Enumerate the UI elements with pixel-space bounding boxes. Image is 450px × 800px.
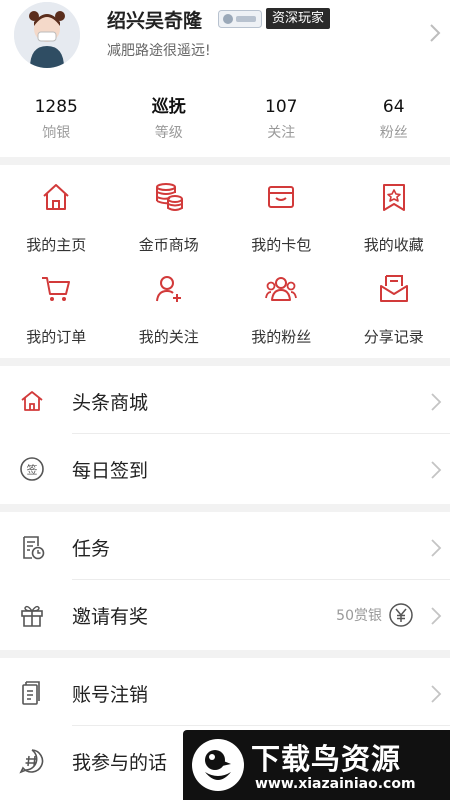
stat-silver[interactable]: 1285 饷银 (0, 94, 113, 152)
document-icon (22, 681, 40, 705)
share-doc-icon (379, 275, 408, 302)
reward-text: 50赏银 (336, 608, 382, 624)
list-separator (72, 725, 450, 726)
home-icon (43, 184, 69, 210)
coins-icon (155, 183, 183, 211)
list-label: 每日签到 (72, 460, 149, 482)
grid-item-coin-mall[interactable]: 金币商场 (113, 166, 226, 258)
stat-label: 等级 (154, 125, 183, 141)
section-divider (0, 358, 450, 366)
stat-following[interactable]: 107 关注 (225, 94, 338, 152)
stat-value: 107 (265, 97, 298, 117)
hashtag-icon (19, 749, 44, 774)
grid-label: 我的主页 (26, 236, 87, 254)
stat-label: 饷银 (42, 125, 71, 141)
grid-item-orders[interactable]: 我的订单 (0, 258, 113, 350)
list-item-account-cancel[interactable]: 账号注销 (0, 660, 450, 726)
list-item-headline-mall[interactable]: 头条商城 (0, 368, 450, 434)
grid-item-following[interactable]: 我的关注 (113, 258, 226, 350)
task-clipboard-icon (23, 536, 45, 560)
stat-value: 64 (382, 97, 405, 117)
stat-value: 1285 (34, 97, 78, 117)
profile-header[interactable]: 绍兴吴奇隆 资深玩家 减肥路途很遥远! (0, 0, 450, 80)
chevron-right-icon (431, 461, 442, 479)
stat-label: 关注 (267, 125, 296, 141)
grid-label: 我的关注 (138, 328, 199, 346)
yuan-coin-icon (389, 603, 413, 627)
level-badge-icon (218, 10, 262, 28)
user-name: 绍兴吴奇隆 (107, 10, 203, 32)
user-add-icon (155, 276, 181, 302)
bookmark-star-icon (382, 184, 405, 211)
watermark-url: www.xiazainiao.com (255, 776, 416, 792)
reward-info: 50赏银 (336, 602, 414, 628)
grid-label: 我的卡包 (251, 236, 312, 254)
cart-icon (42, 277, 71, 301)
svg-text:签: 签 (27, 463, 38, 477)
list-label: 账号注销 (72, 684, 149, 706)
grid-label: 我的粉丝 (251, 328, 312, 346)
chevron-right-icon (431, 607, 442, 625)
watermark-text: 下载鸟资源 (251, 742, 402, 776)
avatar[interactable] (14, 2, 80, 68)
list-separator (72, 433, 450, 434)
grid-label: 我的订单 (26, 328, 87, 346)
grid-item-fans[interactable]: 我的粉丝 (225, 258, 338, 350)
feature-grid: 我的主页 金币商场 我的卡包 我的收藏 我的订单 我的关注 我的粉丝 分享记录 (0, 166, 450, 350)
grid-label: 金币商场 (138, 236, 199, 254)
grid-item-card-wallet[interactable]: 我的卡包 (225, 166, 338, 258)
list-label: 我参与的话 (72, 752, 168, 774)
stats-bar: 1285 饷银 巡抚 等级 107 关注 64 粉丝 (0, 94, 450, 152)
list-item-daily-checkin[interactable]: 签 每日签到 (0, 436, 450, 502)
list-label: 邀请有奖 (72, 606, 149, 628)
section-divider (0, 157, 450, 165)
list-item-invite-reward[interactable]: 邀请有奖 50赏银 (0, 582, 450, 648)
wallet-icon (268, 186, 295, 208)
title-badge: 资深玩家 (266, 8, 331, 29)
grid-label: 分享记录 (363, 328, 424, 346)
grid-item-favorites[interactable]: 我的收藏 (338, 166, 450, 258)
list-item-tasks[interactable]: 任务 (0, 514, 450, 580)
watermark: 下载鸟资源 www.xiazainiao.com (183, 730, 450, 800)
list-label: 头条商城 (72, 392, 149, 414)
stat-label: 粉丝 (379, 125, 408, 141)
gift-icon (21, 605, 43, 627)
section-divider (0, 504, 450, 512)
user-motto: 减肥路途很遥远! (107, 43, 211, 59)
stat-level[interactable]: 巡抚 等级 (113, 94, 226, 152)
list-label: 任务 (72, 538, 111, 560)
users-icon (265, 277, 298, 301)
grid-label: 我的收藏 (363, 236, 424, 254)
section-divider (0, 650, 450, 658)
chevron-right-icon (431, 685, 442, 703)
sign-in-icon: 签 (20, 457, 44, 481)
chevron-right-icon (431, 539, 442, 557)
chevron-right-icon (431, 393, 442, 411)
stat-fans[interactable]: 64 粉丝 (338, 94, 450, 152)
grid-item-homepage[interactable]: 我的主页 (0, 166, 113, 258)
list-separator (72, 579, 450, 580)
stat-value: 巡抚 (151, 97, 186, 117)
chevron-right-icon (430, 24, 441, 42)
grid-item-share-records[interactable]: 分享记录 (338, 258, 450, 350)
home-outline-icon (21, 391, 43, 411)
bird-logo-icon (192, 739, 244, 791)
